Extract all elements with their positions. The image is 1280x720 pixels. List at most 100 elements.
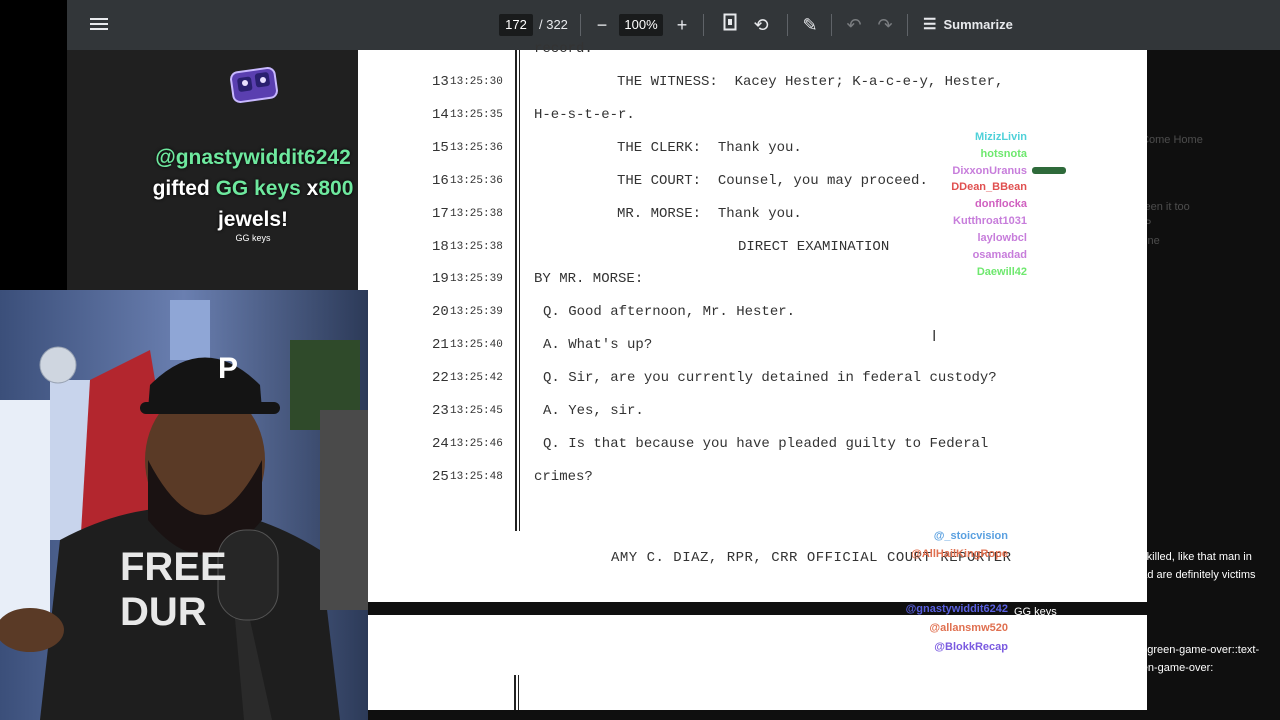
line-number: 13 <box>432 74 449 90</box>
svg-text:FREE: FREE <box>120 545 227 589</box>
transcript-line: Q. Good afternoon, Mr. Hester. <box>543 304 796 320</box>
page-number-input[interactable]: 172 <box>499 14 533 36</box>
line-timestamp: 13:25:40 <box>450 339 503 351</box>
margin-line <box>519 50 520 531</box>
line-number: 21 <box>432 337 449 353</box>
margin-line <box>518 675 519 710</box>
transcript-line: crimes? <box>534 469 593 485</box>
transcript-line: THE CLERK: Thank you. <box>617 140 802 156</box>
gift-alert-jewels: jewels! <box>217 208 289 231</box>
page-indicator: 1 / 3 <box>1012 648 1036 662</box>
margin-line <box>515 50 517 531</box>
gift-alert: @gnastywiddit6242 gifted GG keys x800 je… <box>120 142 386 235</box>
transcript-line: Q. Is that because you have pleaded guil… <box>543 436 989 452</box>
chat-username: DDean_BBean <box>951 181 1027 193</box>
transcript-line: THE COURT: Counsel, you may proceed. <box>617 173 928 189</box>
chat-username: @AllHailKingRope <box>911 548 1008 560</box>
line-timestamp: 13:25:36 <box>450 175 503 187</box>
transcript-line: BY MR. MORSE: <box>534 271 644 287</box>
menu-icon[interactable] <box>89 15 109 35</box>
line-timestamp: 13:25:42 <box>450 372 503 384</box>
toolbar-divider <box>831 14 832 36</box>
gift-alert-line: gifted GG keys x800 <box>152 177 354 200</box>
chat-username: MizizLivin <box>975 131 1027 143</box>
page-total: / 322 <box>539 17 568 32</box>
redo-icon[interactable]: ↷ <box>873 13 897 37</box>
line-number: 16 <box>432 173 449 189</box>
toolbar-divider <box>907 14 908 36</box>
undo-icon[interactable]: ↶ <box>842 13 866 37</box>
chat-username: osamadad <box>972 249 1027 261</box>
line-timestamp: 13:25:38 <box>450 208 503 220</box>
transcript-line: MR. MORSE: Thank you. <box>617 206 802 222</box>
zoom-in-icon[interactable]: + <box>670 13 694 37</box>
chat-username: donflocka <box>975 198 1027 210</box>
transcript-line: A. Yes, sir. <box>543 403 644 419</box>
transcript-line: DIRECT EXAMINATION <box>738 239 890 255</box>
pdf-toolbar: 172 / 322 − 100% + ⟲ ✎ ↶ ↷ ☰ Summarize <box>67 0 1280 50</box>
chat-text: W stream <box>1032 269 1080 281</box>
summarize-icon: ☰ <box>923 16 937 33</box>
chat-username: hotsnota <box>980 148 1027 160</box>
text-cursor-icon: I <box>932 328 937 345</box>
transcript-line: Q. Sir, are you currently detained in fe… <box>543 370 997 386</box>
transcript-fragment: record. <box>534 41 593 57</box>
emote-icon <box>1032 167 1066 174</box>
chat-username: @BlokkRecap <box>934 641 1008 653</box>
line-timestamp: 13:25:45 <box>450 405 503 417</box>
line-timestamp: 13:25:48 <box>450 471 503 483</box>
chat-text: Jammy da bull <box>1014 625 1085 637</box>
overlay-background <box>0 0 67 290</box>
line-number: 24 <box>432 436 449 452</box>
chat-text: cap a nigga <box>1032 252 1089 264</box>
gift-alert-user: @gnastywiddit6242 <box>155 146 351 169</box>
gift-keys-icon <box>224 58 284 108</box>
line-timestamp: 13:25:39 <box>450 306 503 318</box>
line-number: 17 <box>432 206 449 222</box>
line-number: 18 <box>432 239 449 255</box>
zoom-out-icon[interactable]: − <box>590 13 614 37</box>
zoom-level-input[interactable]: 100% <box>619 14 663 36</box>
chat-username: @gnastywiddit6242 <box>905 603 1008 615</box>
line-timestamp: 13:25:36 <box>450 142 503 154</box>
toolbar-divider <box>580 14 581 36</box>
line-number: 22 <box>432 370 449 386</box>
toolbar-divider <box>787 14 788 36</box>
line-number: 23 <box>432 403 449 419</box>
chat-text: setup work <box>1032 151 1086 163</box>
toolbar-divider <box>703 14 704 36</box>
chat-username: DixxonUranus <box>952 165 1027 177</box>
chat-text: Jammy the bull is Immune <box>1032 235 1160 247</box>
chat-text: The Families of the people killed, like … <box>1014 551 1256 581</box>
chat-username: Daewill42 <box>976 266 1027 278</box>
line-number: 15 <box>432 140 449 156</box>
line-number: 19 <box>432 271 449 287</box>
draw-icon[interactable]: ✎ <box>798 13 822 37</box>
line-timestamp: 13:25:35 <box>450 109 503 121</box>
summarize-button[interactable]: ☰ Summarize <box>923 13 1013 37</box>
chat-text: DAT WAS THE LINE UP <box>1032 218 1152 230</box>
line-number: 20 <box>432 304 449 320</box>
chat-text: that was a fake post I seen it too <box>1032 201 1190 213</box>
chat-username: laylowbcl <box>977 232 1027 244</box>
fit-page-icon[interactable] <box>718 13 742 37</box>
chat-text: Sorry Nibba I'm Tryna Come Home <box>1032 134 1203 146</box>
line-number: 25 <box>432 469 449 485</box>
svg-text:DUR: DUR <box>120 590 207 634</box>
chat-text: Devon Hester lil rat <box>1014 533 1108 545</box>
line-timestamp: 13:25:39 <box>450 273 503 285</box>
chat-text: text-green-game-over::text-green-game-ov… <box>1014 644 1260 674</box>
gift-alert-subtitle: GG keys <box>235 233 271 243</box>
transcript-line: THE WITNESS: Kacey Hester; K-a-c-e-y, He… <box>617 74 1004 90</box>
line-timestamp: 13:25:38 <box>450 241 503 253</box>
chat-username: @_stoicvision <box>933 530 1008 542</box>
webcam-feed: P FREE DUR <box>0 290 368 720</box>
rotate-icon[interactable]: ⟲ <box>749 13 773 37</box>
line-timestamp: 13:25:46 <box>450 438 503 450</box>
chat-username: @allansmw520 <box>929 622 1008 634</box>
chat-username: Kutthroat1031 <box>953 215 1027 227</box>
pdf-page: record. 13 13:25:30 THE WITNESS: Kacey Hes… <box>358 41 1147 602</box>
svg-text:P: P <box>218 352 238 385</box>
line-timestamp: 13:25:30 <box>450 76 503 88</box>
chat-text: who didn't know that? <box>1032 184 1138 196</box>
